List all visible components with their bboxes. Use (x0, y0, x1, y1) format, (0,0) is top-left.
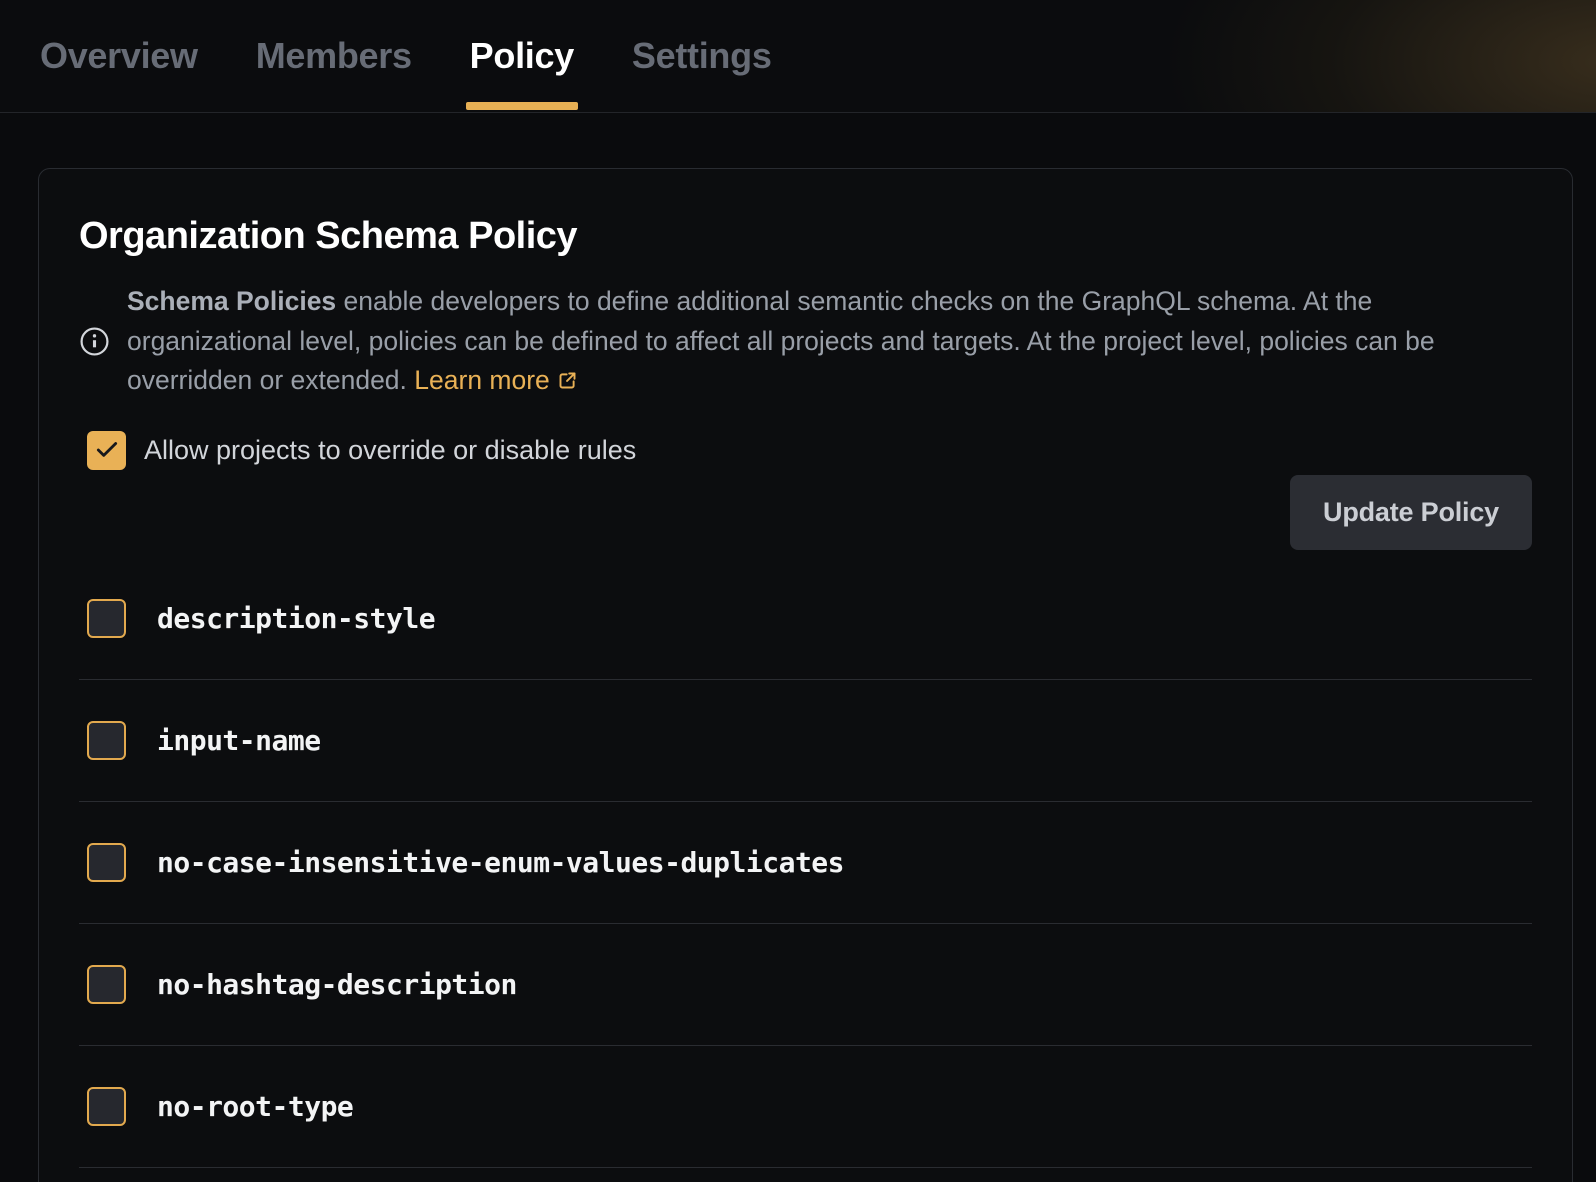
update-policy-button[interactable]: Update Policy (1290, 475, 1532, 550)
tab-settings[interactable]: Settings (632, 0, 772, 112)
rule-row: description-style (79, 558, 1532, 680)
learn-more-link[interactable]: Learn more (414, 365, 578, 395)
rule-name: no-hashtag-description (157, 968, 517, 1001)
info-icon (79, 326, 110, 357)
tab-members[interactable]: Members (256, 0, 412, 112)
rule-row: no-root-type (79, 1046, 1532, 1168)
external-link-icon (557, 370, 578, 391)
rule-name: description-style (157, 602, 435, 635)
allow-override-checkbox[interactable] (87, 431, 126, 470)
rule-checkbox-no-hashtag-description[interactable] (87, 965, 126, 1004)
policy-description: Schema Policies enable developers to def… (79, 282, 1532, 401)
page-title: Organization Schema Policy (79, 215, 1532, 258)
checkmark-icon (94, 437, 120, 463)
allow-override-label[interactable]: Allow projects to override or disable ru… (144, 435, 636, 466)
rule-row: input-name (79, 680, 1532, 802)
rule-name: no-root-type (157, 1090, 353, 1123)
rule-name: no-case-insensitive-enum-values-duplicat… (157, 846, 844, 879)
rule-checkbox-description-style[interactable] (87, 599, 126, 638)
policy-card: Organization Schema Policy Schema Polici… (38, 168, 1573, 1182)
rule-name: input-name (157, 724, 321, 757)
actions-row: Update Policy (79, 475, 1532, 550)
rule-row: no-case-insensitive-enum-values-duplicat… (79, 802, 1532, 924)
tab-policy[interactable]: Policy (470, 0, 574, 112)
tab-overview[interactable]: Overview (40, 0, 198, 112)
allow-override-row: Allow projects to override or disable ru… (79, 431, 1532, 470)
rule-checkbox-input-name[interactable] (87, 721, 126, 760)
rule-checkbox-no-case-insensitive-enum-values-duplicates[interactable] (87, 843, 126, 882)
active-tab-indicator (466, 102, 578, 110)
tab-bar: Overview Members Policy Settings (0, 0, 1596, 113)
description-lead: Schema Policies (127, 286, 336, 316)
policy-description-text: Schema Policies enable developers to def… (127, 282, 1519, 401)
rule-checkbox-no-root-type[interactable] (87, 1087, 126, 1126)
learn-more-label: Learn more (414, 365, 550, 395)
rules-list: description-style input-name no-case-ins… (79, 558, 1532, 1168)
rule-row: no-hashtag-description (79, 924, 1532, 1046)
tab-policy-label: Policy (470, 35, 574, 77)
